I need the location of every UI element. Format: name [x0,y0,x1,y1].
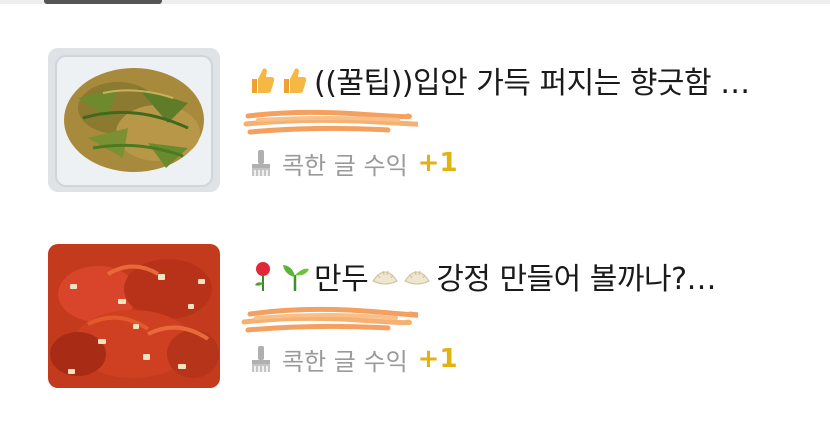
post-title-text-a: 만두 [314,262,369,296]
post-title[interactable]: 만두 강정 만들어 볼까나?… [248,256,808,296]
active-tab-indicator [44,0,162,4]
rose-icon [248,259,278,293]
feed-item[interactable]: ((꿀팁))입안 가득 퍼지는 향긋함 … 콕한 글 수익 +1 [0,48,830,198]
redacted-nickname [238,106,418,140]
thumbnail-dumpling-gangjeong[interactable] [48,244,220,388]
earnings-value: +1 [417,344,458,374]
earnings-value: +1 [417,148,458,178]
meta-label: 콕한 글 수익 [282,347,408,376]
brush-icon [248,148,274,178]
thumbs-up-icon [280,63,310,97]
post-meta: 콕한 글 수익 +1 [248,146,458,180]
post-title-text: ((꿀팁))입안 가득 퍼지는 향긋함 … [314,66,750,100]
post-title-text-b: 강정 만들어 볼까나?… [436,262,716,296]
thumbnail-pancake[interactable] [48,48,220,192]
brush-icon [248,344,274,374]
feed-item[interactable]: 만두 강정 만들어 볼까나?… 콕한 글 수익 +1 [0,244,830,394]
post-title[interactable]: ((꿀팁))입안 가득 퍼지는 향긋함 … [248,60,808,100]
dumpling-icon [370,259,400,293]
meta-label: 콕한 글 수익 [282,151,408,180]
post-meta: 콕한 글 수익 +1 [248,342,458,376]
redacted-nickname [238,302,418,336]
dumpling-icon [402,259,432,293]
seedling-icon [280,259,310,293]
thumbs-up-icon [248,63,278,97]
